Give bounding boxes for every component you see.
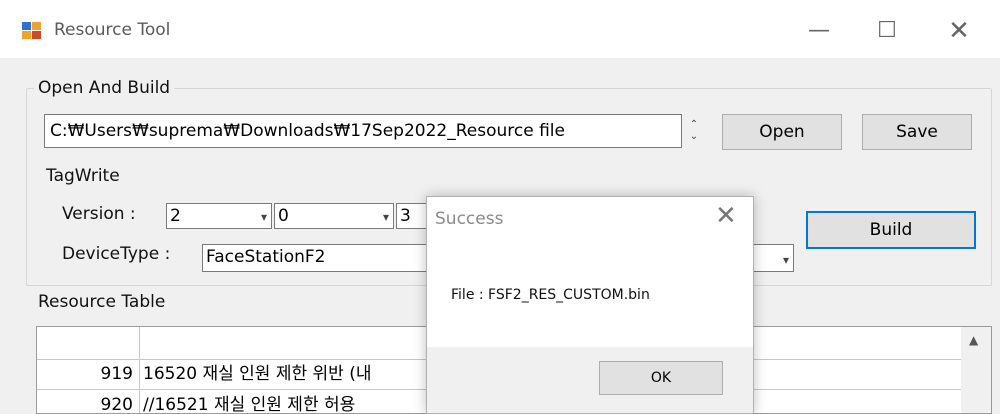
resource-path-field[interactable]: C:₩Users₩suprema₩Downloads₩17Sep2022_Res… xyxy=(44,114,682,148)
row-text: //16521 재실 인원 제한 허용 xyxy=(143,395,356,414)
version-major-value: 2 xyxy=(170,206,181,226)
title-bar: Resource Tool — ☐ ✕ xyxy=(0,0,1000,58)
path-spinner[interactable]: ⌃ ⌄ xyxy=(683,114,705,148)
open-button[interactable]: Open xyxy=(722,114,842,150)
build-button[interactable]: Build xyxy=(806,211,976,249)
spin-up-icon[interactable]: ⌃ xyxy=(683,119,705,131)
version-major-select[interactable]: 2 ▾ xyxy=(166,203,272,229)
window-title: Resource Tool xyxy=(54,20,171,40)
dialog-close-icon[interactable]: ✕ xyxy=(715,201,737,231)
chevron-down-icon[interactable]: ▾ xyxy=(261,205,267,228)
open-and-build-label: Open And Build xyxy=(34,78,175,98)
scroll-up-icon[interactable]: ▲ xyxy=(969,333,978,347)
version-label: Version : xyxy=(62,204,136,224)
version-minor-value: 0 xyxy=(278,206,289,226)
row-text: 16520 재실 인원 제한 위반 (내 xyxy=(143,364,372,384)
app-icon xyxy=(22,22,41,39)
minimize-button[interactable]: — xyxy=(796,12,842,50)
chevron-down-icon[interactable]: ▾ xyxy=(783,248,789,271)
device-type-value: FaceStationF2 xyxy=(206,247,326,267)
ok-button[interactable]: OK xyxy=(599,361,723,395)
success-dialog: Success ✕ File : FSF2_RES_CUSTOM.bin OK xyxy=(426,196,754,414)
row-id: 919 xyxy=(100,364,133,384)
version-minor-select[interactable]: 0 ▾ xyxy=(274,203,394,229)
save-button[interactable]: Save xyxy=(862,114,972,150)
device-type-label: DeviceType : xyxy=(62,244,171,264)
tagwrite-label: TagWrite xyxy=(46,166,120,186)
row-id: 920 xyxy=(100,395,133,414)
dialog-message: File : FSF2_RES_CUSTOM.bin xyxy=(451,287,650,303)
spin-down-icon[interactable]: ⌄ xyxy=(683,131,705,143)
dialog-title: Success xyxy=(435,209,504,229)
dialog-footer: OK xyxy=(427,347,753,413)
close-button[interactable]: ✕ xyxy=(936,12,982,50)
maximize-button[interactable]: ☐ xyxy=(864,12,910,50)
version-patch-value: 3 xyxy=(400,206,411,226)
chevron-down-icon[interactable]: ▾ xyxy=(383,205,389,228)
resource-table-label: Resource Table xyxy=(38,292,166,312)
table-scrollbar[interactable]: ▲ xyxy=(961,327,991,413)
